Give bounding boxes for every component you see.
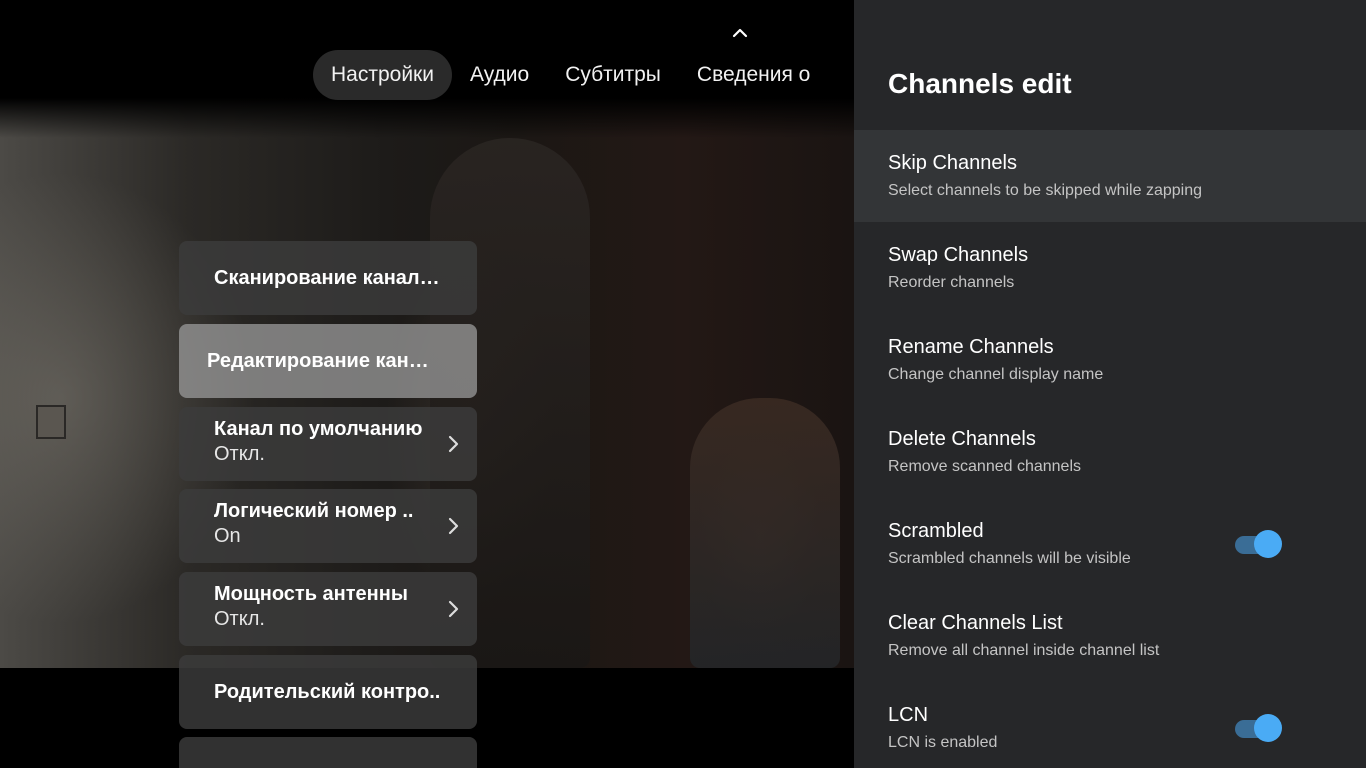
option-description: Remove scanned channels (888, 458, 1082, 475)
option-swap-channels[interactable]: Swap Channels Reorder channels (854, 222, 1366, 314)
menu-item-title: Канал по умолчанию (214, 418, 423, 440)
menu-item-title: Логический номер .. (214, 500, 414, 522)
option-scrambled[interactable]: Scrambled Scrambled channels will be vis… (854, 498, 1366, 590)
menu-item-title: Родительский контро.. (214, 681, 441, 703)
woman-figure-image (690, 398, 840, 668)
option-delete-channels[interactable]: Delete Channels Remove scanned channels (854, 406, 1366, 498)
option-title: Skip Channels (888, 152, 1017, 174)
menu-item-title: Сканирование канал… (214, 267, 440, 289)
tab-subtitles[interactable]: Субтитры (547, 50, 679, 100)
menu-item-value: Откл. (214, 443, 265, 465)
toggle-knob (1254, 714, 1282, 742)
top-tabs: Настройки Аудио Субтитры Сведения о (313, 50, 828, 100)
menu-item-partial[interactable] (179, 737, 477, 768)
panel-title: Channels edit (888, 68, 1072, 99)
wall-switch-image (36, 405, 66, 439)
option-title: Scrambled (888, 520, 984, 542)
menu-item-channel-scan[interactable]: Сканирование канал… (179, 241, 477, 315)
option-description: Change channel display name (888, 366, 1104, 383)
menu-item-antenna-power[interactable]: Мощность антенны Откл. (179, 572, 477, 646)
chevron-right-icon (448, 435, 459, 453)
menu-item-channel-edit[interactable]: Редактирование кан… (179, 324, 477, 398)
tab-settings[interactable]: Настройки (313, 50, 452, 100)
lcn-toggle[interactable] (1235, 714, 1282, 742)
menu-item-default-channel[interactable]: Канал по умолчанию Откл. (179, 407, 477, 481)
option-title: Swap Channels (888, 244, 1029, 266)
menu-item-value: Откл. (214, 608, 265, 630)
option-title: LCN (888, 704, 929, 726)
menu-item-title: Редактирование кан… (207, 350, 429, 372)
toggle-knob (1254, 530, 1282, 558)
option-lcn[interactable]: LCN LCN is enabled (854, 682, 1366, 768)
menu-item-value: On (214, 525, 241, 547)
channels-edit-panel: Channels edit Skip Channels Select chann… (854, 0, 1366, 768)
option-description: Remove all channel inside channel list (888, 642, 1160, 659)
option-clear-channels-list[interactable]: Clear Channels List Remove all channel i… (854, 590, 1366, 682)
menu-item-title: Мощность антенны (214, 583, 408, 605)
menu-item-lcn[interactable]: Логический номер .. On (179, 489, 477, 563)
scrambled-toggle[interactable] (1235, 530, 1282, 558)
option-title: Rename Channels (888, 336, 1054, 358)
chevron-up-icon[interactable] (730, 24, 750, 40)
option-title: Delete Channels (888, 428, 1036, 450)
chevron-right-icon (448, 600, 459, 618)
option-description: Select channels to be skipped while zapp… (888, 182, 1202, 199)
menu-item-parental-control[interactable]: Родительский контро.. (179, 655, 477, 729)
option-rename-channels[interactable]: Rename Channels Change channel display n… (854, 314, 1366, 406)
option-description: Scrambled channels will be visible (888, 550, 1131, 567)
option-description: LCN is enabled (888, 734, 998, 751)
tab-info[interactable]: Сведения о (679, 50, 828, 100)
option-skip-channels[interactable]: Skip Channels Select channels to be skip… (854, 130, 1366, 222)
chevron-right-icon (448, 517, 459, 535)
option-description: Reorder channels (888, 274, 1015, 291)
tab-audio[interactable]: Аудио (452, 50, 547, 100)
option-title: Clear Channels List (888, 612, 1063, 634)
